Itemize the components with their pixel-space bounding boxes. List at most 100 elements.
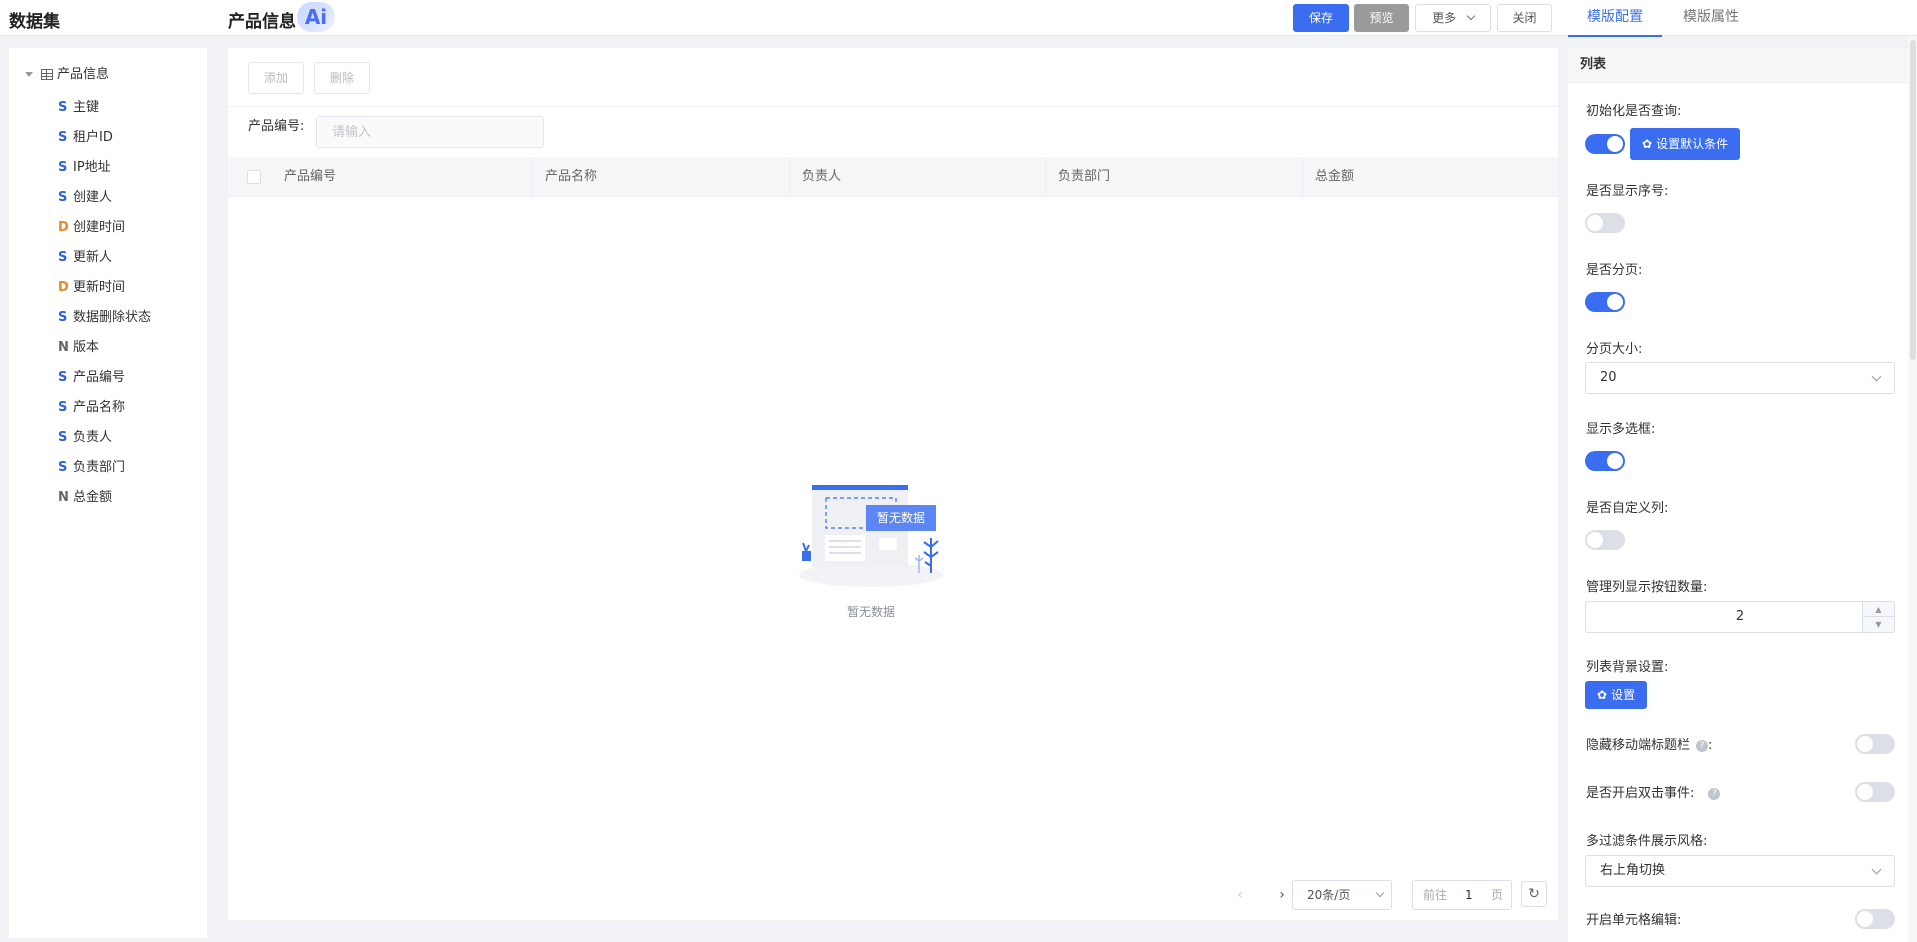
product-code-filter-input[interactable] xyxy=(316,116,544,148)
caret-down-icon[interactable] xyxy=(25,72,33,77)
string-type-icon: S xyxy=(58,430,68,445)
mgmt-buttons-value: 2 xyxy=(1735,609,1745,624)
column-header[interactable]: 产品编号 xyxy=(272,157,532,197)
filter-style-value: 右上角切换 xyxy=(1600,863,1666,878)
chevron-up-icon[interactable]: ▲ xyxy=(1863,602,1894,617)
mgmt-buttons-stepper[interactable]: 2 ▲ ▼ xyxy=(1585,601,1895,633)
field-item[interactable]: D 更新时间 xyxy=(58,273,151,303)
stepper-controls: ▲ ▼ xyxy=(1862,602,1894,632)
field-label: 更新时间 xyxy=(73,280,126,295)
field-item[interactable]: N 总金额 xyxy=(58,483,151,513)
dataset-title: 数据集 xyxy=(9,12,60,32)
table-icon xyxy=(41,69,53,80)
chevron-down-icon[interactable]: ▼ xyxy=(1863,617,1894,632)
field-label: IP地址 xyxy=(73,160,111,175)
column-header[interactable]: 负责部门 xyxy=(1045,157,1302,197)
show-index-toggle[interactable] xyxy=(1585,213,1625,233)
save-button[interactable]: 保存 xyxy=(1293,4,1349,32)
dblclick-toggle[interactable] xyxy=(1855,782,1895,802)
string-type-icon: S xyxy=(58,160,68,175)
add-button[interactable]: 添加 xyxy=(248,62,304,94)
field-item[interactable]: N 版本 xyxy=(58,333,151,363)
date-type-icon: D xyxy=(58,220,69,235)
field-item[interactable]: S 负责人 xyxy=(58,423,151,453)
field-item[interactable]: S 主键 xyxy=(58,93,151,123)
help-icon[interactable]: ? xyxy=(1708,787,1721,800)
field-label: 版本 xyxy=(73,340,100,355)
ai-assistant-button[interactable]: Ai xyxy=(297,2,335,32)
custom-columns-label: 是否自定义列: xyxy=(1586,501,1669,516)
multi-select-toggle[interactable] xyxy=(1585,451,1625,471)
page-jump-prefix: 前往 xyxy=(1423,888,1448,902)
empty-text: 暂无数据 xyxy=(846,605,895,619)
field-item[interactable]: S 更新人 xyxy=(58,243,151,273)
empty-badge: 暂无数据 xyxy=(876,511,925,525)
tree-root-node[interactable]: 产品信息 xyxy=(25,63,109,82)
dblclick-text: 是否开启双击事件: xyxy=(1586,786,1695,801)
page-size-select[interactable]: 20条/页 xyxy=(1292,880,1392,910)
paginate-label: 是否分页: xyxy=(1586,263,1643,278)
cell-edit-toggle[interactable] xyxy=(1855,909,1895,929)
string-type-icon: S xyxy=(58,400,68,415)
field-label: 数据删除状态 xyxy=(73,310,152,325)
chevron-right-icon[interactable]: › xyxy=(1272,885,1292,905)
set-default-conditions-label: 设置默认条件 xyxy=(1656,137,1729,151)
empty-state: 暂无数据 暂无数据 xyxy=(791,463,961,623)
refresh-icon[interactable]: ↻ xyxy=(1521,881,1547,907)
page-size-label: 分页大小: xyxy=(1586,342,1643,357)
dblclick-label: 是否开启双击事件:? xyxy=(1586,782,1721,801)
hide-mobile-title-label: 隐藏移动端标题栏?: xyxy=(1586,738,1713,753)
field-label: 总金额 xyxy=(73,490,113,505)
field-label: 更新人 xyxy=(73,250,113,265)
multi-select-label: 显示多选框: xyxy=(1586,422,1656,437)
column-header[interactable]: 产品名称 xyxy=(532,157,789,197)
field-item[interactable]: S IP地址 xyxy=(58,153,151,183)
close-button[interactable]: 关闭 xyxy=(1497,4,1552,32)
top-header: 数据集 产品信息 Ai 保存 预览 更多 关闭 模版配置 模版属性 xyxy=(0,0,1917,37)
tab-template-config[interactable]: 模版配置 xyxy=(1568,0,1662,37)
preview-button[interactable]: 预览 xyxy=(1354,4,1409,32)
string-type-icon: S xyxy=(58,130,68,145)
help-icon[interactable]: ? xyxy=(1696,739,1709,752)
chevron-down-icon xyxy=(1375,888,1385,898)
select-all-checkbox[interactable] xyxy=(247,170,261,184)
config-panel: 列表 初始化是否查询: ✿ 设置默认条件 是否显示序号: 是否分页: 分页大小: … xyxy=(1568,48,1908,942)
field-item[interactable]: S 创建人 xyxy=(58,183,151,213)
hide-mobile-title-toggle[interactable] xyxy=(1855,734,1895,754)
mgmt-buttons-label: 管理列显示按钮数量: xyxy=(1586,580,1708,595)
field-item[interactable]: S 数据删除状态 xyxy=(58,303,151,333)
field-item[interactable]: S 产品编号 xyxy=(58,363,151,393)
scrollbar-thumb[interactable] xyxy=(1910,40,1916,360)
field-label: 创建人 xyxy=(73,190,113,205)
gear-icon: ✿ xyxy=(1642,137,1653,151)
string-type-icon: S xyxy=(58,460,68,475)
filter-style-select[interactable]: 右上角切换 xyxy=(1585,855,1895,887)
page-size-select[interactable]: 20 xyxy=(1585,362,1895,394)
field-list: S 主键 S 租户ID S IP地址 S 创建人 D 创建时间 S 更新人 D 更新时间 S数… xyxy=(58,93,151,513)
more-dropdown-button[interactable]: 更多 xyxy=(1415,4,1491,32)
set-default-conditions-button[interactable]: ✿ 设置默认条件 xyxy=(1630,128,1741,160)
custom-columns-toggle[interactable] xyxy=(1585,530,1625,550)
tab-template-attributes[interactable]: 模版属性 xyxy=(1664,0,1758,37)
delete-button[interactable]: 删除 xyxy=(314,62,370,94)
column-header[interactable]: 总金额 xyxy=(1302,157,1558,197)
init-query-toggle[interactable] xyxy=(1585,134,1625,154)
more-label: 更多 xyxy=(1432,11,1457,25)
list-preview-panel: 添加 删除 产品编号: 产品编号 产品名称 负责人 负责部门 总金额 xyxy=(228,48,1558,920)
column-header[interactable]: 负责人 xyxy=(789,157,1045,197)
field-item[interactable]: S 负责部门 xyxy=(58,453,151,483)
string-type-icon: S xyxy=(58,250,68,265)
list-bg-settings-button[interactable]: ✿ 设置 xyxy=(1585,681,1648,709)
chevron-down-icon xyxy=(1871,864,1882,875)
field-label: 主键 xyxy=(73,100,100,115)
field-item[interactable]: S 产品名称 xyxy=(58,393,151,423)
chevron-left-icon[interactable]: ‹ xyxy=(1230,885,1250,905)
date-type-icon: D xyxy=(58,280,69,295)
field-label: 创建时间 xyxy=(73,220,126,235)
number-type-icon: N xyxy=(58,340,69,355)
page-title: 产品信息 xyxy=(228,12,296,32)
page-jump-input[interactable]: 1 xyxy=(1465,881,1473,909)
field-item[interactable]: S 租户ID xyxy=(58,123,151,153)
field-item[interactable]: D 创建时间 xyxy=(58,213,151,243)
paginate-toggle[interactable] xyxy=(1585,292,1625,312)
